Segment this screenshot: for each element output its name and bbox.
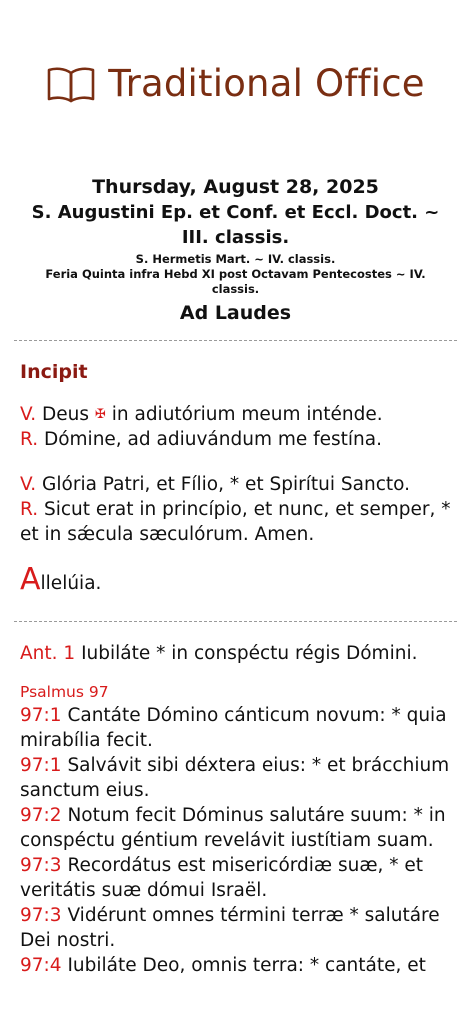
verse-text: Iubiláte Deo, omnis terra: * cantáte, et bbox=[67, 955, 426, 976]
cross-icon: ✠ bbox=[94, 407, 106, 422]
versicle-2: V. Glória Patri, et Fílio, * et Spirítui… bbox=[20, 472, 458, 497]
app-header: Traditional Office bbox=[0, 62, 471, 105]
response-text: Dómine, ad adiuvándum me festína. bbox=[43, 429, 383, 450]
versicle-marker: V. bbox=[20, 404, 37, 425]
feast-title-line2: III. classis. bbox=[181, 227, 290, 248]
office-date: Thursday, August 28, 2025 bbox=[92, 176, 379, 198]
commemoration-1: S. Hermetis Mart. ~ IV. classis. bbox=[135, 252, 336, 266]
psalm-verse: 97:1 Salvávit sibi déxtera eius: * et br… bbox=[20, 753, 458, 803]
verse-ref: 97:2 bbox=[20, 805, 62, 826]
verse-ref: 97:1 bbox=[20, 755, 62, 776]
versicle-text-b: in adiutórium meum inténde. bbox=[111, 404, 383, 425]
commemoration-2-line1: Feria Quinta infra Hebd XI post Octavam … bbox=[45, 267, 426, 281]
hour-title: Ad Laudes bbox=[179, 302, 292, 324]
psalm-verse: 97:1 Cantáte Dómino cánticum novum: * qu… bbox=[20, 703, 458, 753]
verse-ref: 97:1 bbox=[20, 705, 62, 726]
versicle-text-a: Deus bbox=[42, 404, 90, 425]
response-1: R. Dómine, ad adiuvándum me festína. bbox=[20, 427, 458, 452]
open-book-icon bbox=[47, 66, 95, 102]
incipit-section: Incipit V. Deus ✠ in adiutórium meum int… bbox=[20, 360, 458, 596]
commemoration-2-line2: classis. bbox=[211, 282, 260, 296]
verse-text: Vidérunt omnes términi terræ * salutáre … bbox=[20, 905, 440, 951]
app-title: Traditional Office bbox=[108, 62, 425, 105]
section-divider bbox=[14, 340, 457, 341]
alleluia-initial: A bbox=[20, 562, 41, 597]
section-title-incipit: Incipit bbox=[20, 361, 88, 383]
versicle-marker: V. bbox=[20, 474, 37, 495]
verse-block-2: V. Glória Patri, et Fílio, * et Spirítui… bbox=[20, 472, 458, 547]
verse-text: Recordátus est misericórdiæ suæ, * et ve… bbox=[20, 855, 424, 901]
psalm-verse: 97:3 Vidérunt omnes términi terræ * salu… bbox=[20, 903, 458, 953]
response-2: R. Sicut erat in princípio, et nunc, et … bbox=[20, 497, 458, 547]
antiphon-text: Iubiláte * in conspéctu régis Dómini. bbox=[81, 643, 418, 664]
office-header: Thursday, August 28, 2025 S. Augustini E… bbox=[14, 174, 457, 327]
response-text: Sicut erat in princípio, et nunc, et sem… bbox=[20, 499, 451, 545]
versicle-1: V. Deus ✠ in adiutórium meum inténde. bbox=[20, 402, 458, 427]
response-marker: R. bbox=[20, 499, 39, 520]
verse-ref: 97:4 bbox=[20, 955, 62, 976]
psalm-verse: 97:2 Notum fecit Dóminus salutáre suum: … bbox=[20, 803, 458, 853]
verse-text: Salvávit sibi déxtera eius: * et brácchi… bbox=[20, 755, 450, 801]
psalm-verse: 97:4 Iubiláte Deo, omnis terra: * cantát… bbox=[20, 953, 458, 978]
response-marker: R. bbox=[20, 429, 39, 450]
antiphon-marker: Ant. 1 bbox=[20, 643, 76, 664]
psalmody-section: Ant. 1 Iubiláte * in conspéctu régis Dóm… bbox=[20, 641, 458, 978]
verse-ref: 97:3 bbox=[20, 855, 62, 876]
antiphon: Ant. 1 Iubiláte * in conspéctu régis Dóm… bbox=[20, 641, 458, 666]
versicle-text: Glória Patri, et Fílio, * et Spirítui Sa… bbox=[42, 474, 411, 495]
feast-title-line1: S. Augustini Ep. et Conf. et Eccl. Doct.… bbox=[31, 202, 440, 223]
verse-text: Notum fecit Dóminus salutáre suum: * in … bbox=[20, 805, 446, 851]
verse-text: Cantáte Dómino cánticum novum: * quia mi… bbox=[20, 705, 447, 751]
psalm-title: Psalmus 97 bbox=[20, 683, 109, 701]
alleluia: Allelúia. bbox=[20, 565, 458, 596]
psalm-verses: 97:1 Cantáte Dómino cánticum novum: * qu… bbox=[20, 703, 458, 978]
psalm-verse: 97:3 Recordátus est misericórdiæ suæ, * … bbox=[20, 853, 458, 903]
verse-ref: 97:3 bbox=[20, 905, 62, 926]
verse-block-1: V. Deus ✠ in adiutórium meum inténde. R.… bbox=[20, 402, 458, 452]
alleluia-text: llelúia. bbox=[40, 573, 102, 594]
section-divider bbox=[14, 621, 457, 622]
